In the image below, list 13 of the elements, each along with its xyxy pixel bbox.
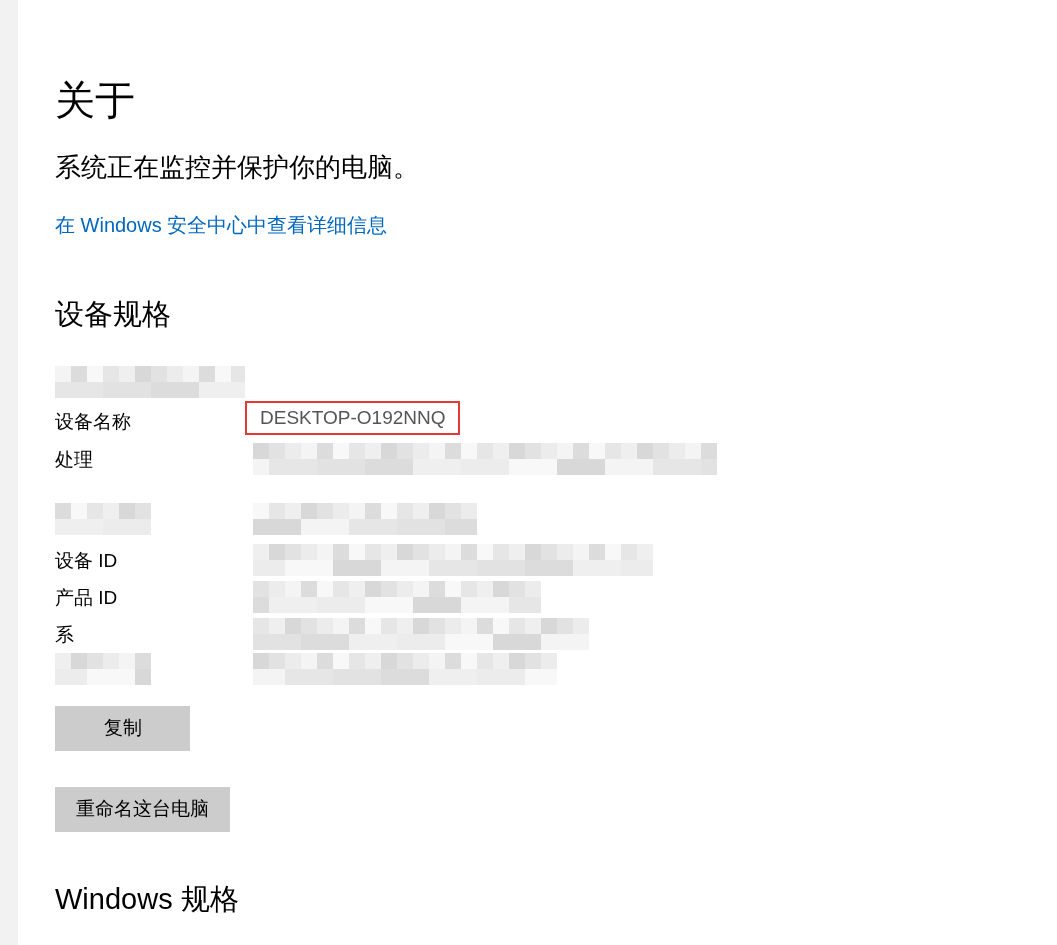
spec-label: 产品 ID bbox=[55, 586, 118, 610]
action-button[interactable]: 复制 bbox=[55, 706, 190, 751]
security-link[interactable]: 在 Windows 安全中心中查看详细信息 bbox=[55, 211, 717, 239]
section-heading: Windows 规格 bbox=[55, 882, 240, 917]
section-heading: 设备规格 bbox=[55, 297, 172, 332]
status-message: 系统正在监控并保护你的电脑。 bbox=[55, 151, 420, 184]
spec-label: 设备 ID bbox=[55, 549, 118, 573]
action-button[interactable]: 重命名这台电脑 bbox=[55, 787, 230, 832]
spec-value: DESKTOP-O192NNQ bbox=[260, 407, 446, 428]
spec-label: 设备名称 bbox=[55, 410, 131, 434]
page-title: 关于 bbox=[55, 77, 136, 124]
spec-label: 系 bbox=[55, 623, 74, 647]
spec-label: 处理 bbox=[55, 448, 93, 472]
